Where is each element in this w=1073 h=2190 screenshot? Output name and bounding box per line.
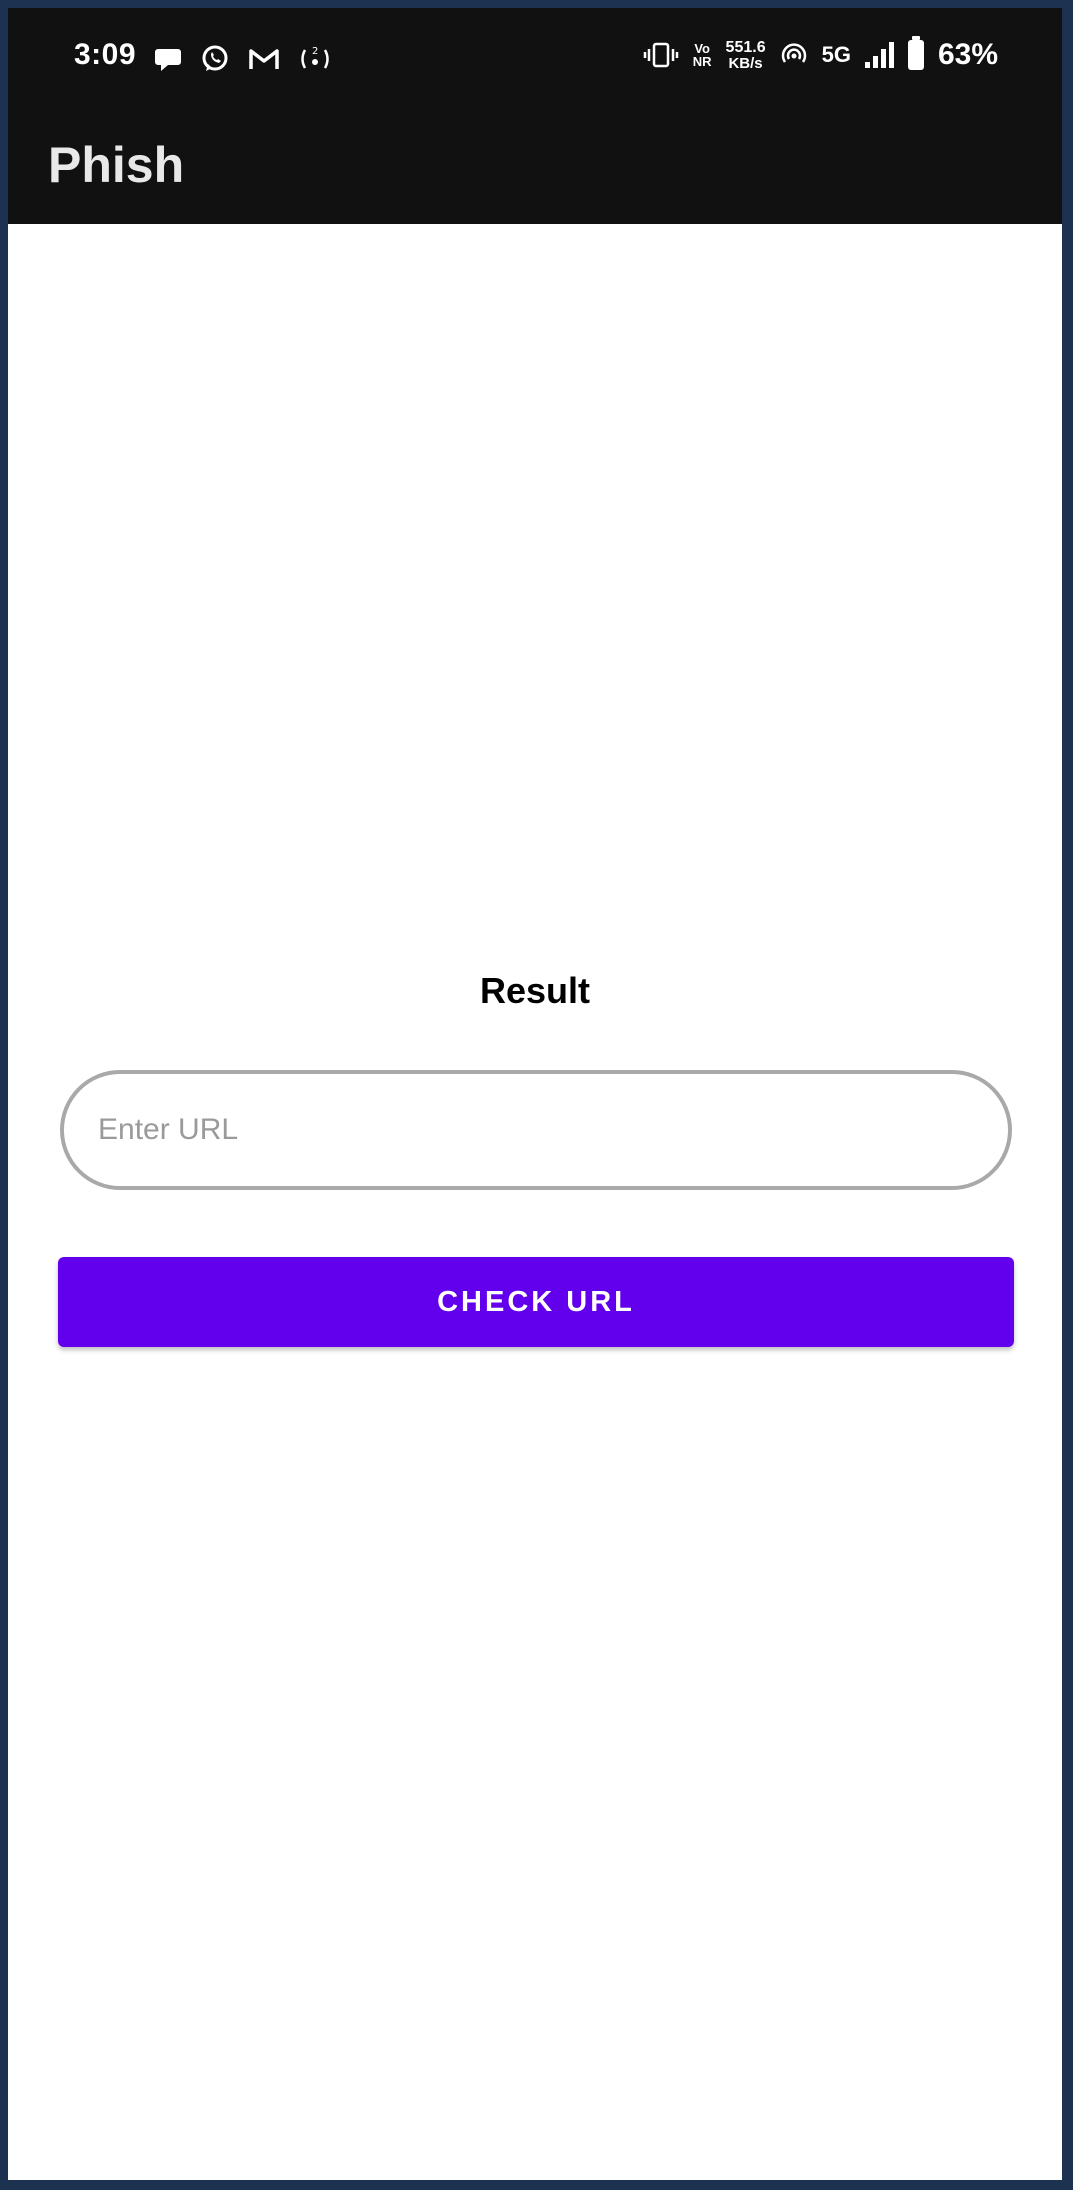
app-title: Phish	[48, 137, 185, 193]
hotspot-wifi-icon	[780, 42, 808, 68]
battery-icon	[907, 36, 924, 70]
app-bar: Phish	[8, 108, 1062, 224]
url-input[interactable]	[60, 1070, 1012, 1190]
notification-icons: 2	[154, 44, 332, 74]
whatsapp-icon	[200, 44, 230, 74]
battery-percent: 63%	[937, 38, 998, 71]
network-type: 5G	[821, 42, 851, 67]
vibrate-icon	[643, 42, 679, 68]
network-speed: 551.6 KB/s	[725, 38, 766, 72]
system-icons: Vo NR 551.6 KB/s 5G 63%	[643, 36, 998, 72]
status-time: 3:09	[74, 38, 137, 71]
check-url-button[interactable]: CHECK URL	[58, 1257, 1014, 1347]
phone-screen: 3:09 2 Vo NR 551.6 KB/s 5G 63% Phish Res…	[8, 8, 1062, 2180]
svg-text:2: 2	[312, 46, 318, 57]
hotspot-icon: 2	[298, 44, 332, 74]
result-label: Result	[479, 970, 591, 1011]
gmail-icon	[248, 46, 280, 72]
chat-bubble-icon	[154, 46, 182, 72]
status-bar: 3:09 2 Vo NR 551.6 KB/s 5G 63%	[8, 8, 1062, 108]
volte-icon: Vo NR	[692, 41, 712, 69]
signal-icon	[864, 42, 894, 68]
